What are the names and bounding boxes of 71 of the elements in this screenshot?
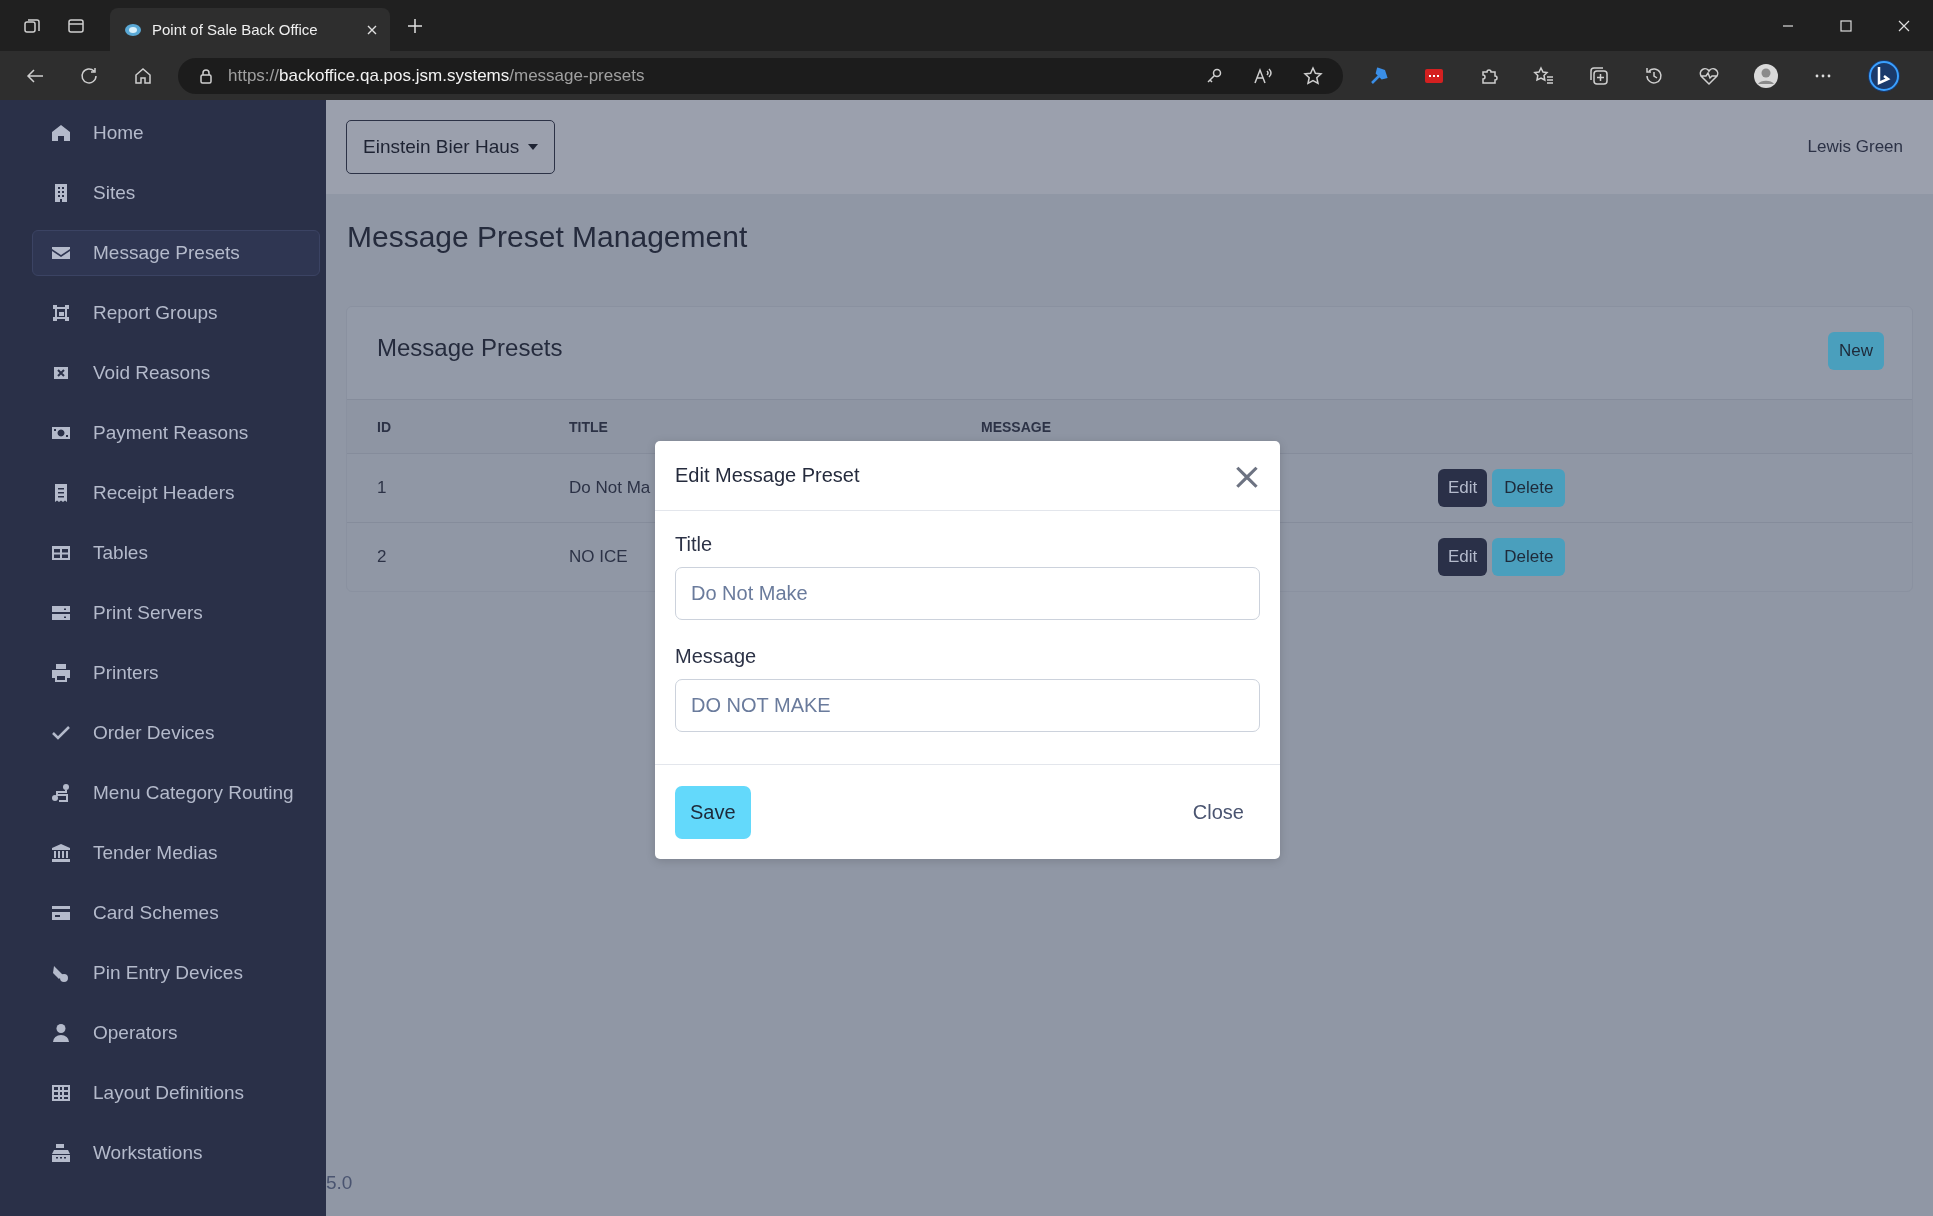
column-header: TITLE bbox=[569, 418, 609, 435]
server-icon bbox=[51, 603, 71, 623]
card-icon bbox=[51, 903, 71, 923]
input-field[interactable]: Do Not Make bbox=[675, 567, 1260, 620]
input-field[interactable]: DO NOT MAKE bbox=[675, 679, 1260, 732]
read-aloud-icon[interactable] bbox=[1253, 66, 1273, 85]
sidebar-item[interactable]: Tables bbox=[32, 530, 320, 576]
column-header: MESSAGE bbox=[981, 418, 1052, 435]
sidebar-item[interactable]: Operators bbox=[32, 1010, 320, 1056]
sidebar-item[interactable]: Tender Medias bbox=[32, 830, 320, 876]
url-text: https://backoffice.qa.pos.jsm.systems/message-presets bbox=[228, 65, 646, 86]
column-header: ID bbox=[377, 418, 392, 435]
user-name[interactable]: Lewis Green bbox=[1807, 137, 1903, 157]
bank-icon bbox=[51, 843, 71, 863]
home-icon bbox=[51, 123, 71, 143]
browser-tab[interactable]: Point of Sale Back Office bbox=[110, 8, 390, 51]
sidebar-item[interactable]: Report Groups bbox=[32, 290, 320, 336]
sidebar-item[interactable]: Message Presets bbox=[32, 230, 320, 276]
edit-button[interactable]: Edit bbox=[1438, 469, 1488, 507]
sidebar-item[interactable]: Printers bbox=[32, 650, 320, 696]
user-icon bbox=[51, 1023, 71, 1043]
maximize-icon[interactable] bbox=[1839, 18, 1853, 33]
sidebar-item[interactable]: Print Servers bbox=[32, 590, 320, 636]
sidebar-item[interactable]: Receipt Headers bbox=[32, 470, 320, 516]
frame-icon bbox=[51, 303, 71, 323]
delete-button[interactable]: Delete bbox=[1492, 538, 1566, 576]
sidebar-item[interactable]: Layout Definitions bbox=[32, 1070, 320, 1116]
site-favicon-icon bbox=[124, 22, 142, 37]
star-icon[interactable] bbox=[1303, 65, 1323, 86]
table-cell-text: Do Not Ma bbox=[569, 478, 652, 498]
sidebar-item[interactable]: Payment Reasons bbox=[32, 410, 320, 456]
sidebar-item[interactable]: Pin Entry Devices bbox=[32, 950, 320, 996]
cash-register-icon bbox=[51, 1143, 71, 1163]
close-icon[interactable] bbox=[366, 23, 378, 36]
favorites-icon[interactable] bbox=[1533, 64, 1555, 87]
modal-title: Edit Message Preset bbox=[675, 464, 860, 487]
table-cell-text: 1 bbox=[377, 478, 388, 498]
sidebar-item[interactable]: Card Schemes bbox=[32, 890, 320, 936]
route-icon bbox=[51, 783, 71, 803]
printer-icon bbox=[51, 663, 71, 683]
grid-icon bbox=[51, 543, 71, 563]
sidebar-item[interactable]: Home bbox=[32, 110, 320, 156]
close-icon[interactable] bbox=[1897, 18, 1911, 33]
delete-button[interactable]: Delete bbox=[1492, 469, 1566, 507]
card-title: Message Presets bbox=[377, 334, 563, 362]
close-button[interactable]: Close bbox=[1192, 800, 1244, 824]
address-field[interactable]: https://backoffice.qa.pos.jsm.systems/message-presets bbox=[178, 57, 1343, 94]
field-label: Message bbox=[675, 645, 758, 668]
lock-icon bbox=[198, 67, 214, 84]
sidebar-item[interactable]: Workstations bbox=[32, 1130, 320, 1176]
collections-icon[interactable] bbox=[1588, 64, 1610, 87]
field-label: Title bbox=[675, 533, 714, 556]
page-title: Message Preset Management bbox=[347, 220, 749, 254]
version-label: 5.0 bbox=[326, 1172, 353, 1194]
table-icon bbox=[51, 1083, 71, 1103]
sidebar-item[interactable]: Order Devices bbox=[32, 710, 320, 756]
key-icon[interactable] bbox=[1205, 66, 1223, 85]
edit-button[interactable]: Edit bbox=[1438, 538, 1488, 576]
tab-title: Point of Sale Back Office bbox=[152, 21, 319, 38]
save-button[interactable]: Save bbox=[675, 785, 751, 839]
new-tab-icon[interactable] bbox=[406, 16, 424, 35]
table-cell-text: NO ICE bbox=[569, 547, 629, 567]
caret-icon bbox=[528, 144, 539, 150]
sidebar-item[interactable]: Sites bbox=[32, 170, 320, 216]
site-dropdown[interactable]: Einstein Bier Haus bbox=[346, 120, 556, 174]
copilot-icon[interactable] bbox=[1867, 58, 1901, 93]
table-cell-text: 2 bbox=[377, 547, 388, 567]
sidebar-item[interactable]: Menu Category Routing bbox=[32, 770, 320, 816]
sidebar-item[interactable]: Void Reasons bbox=[32, 350, 320, 396]
new-button[interactable]: New bbox=[1828, 332, 1884, 370]
profile-avatar-icon[interactable] bbox=[1753, 62, 1779, 89]
